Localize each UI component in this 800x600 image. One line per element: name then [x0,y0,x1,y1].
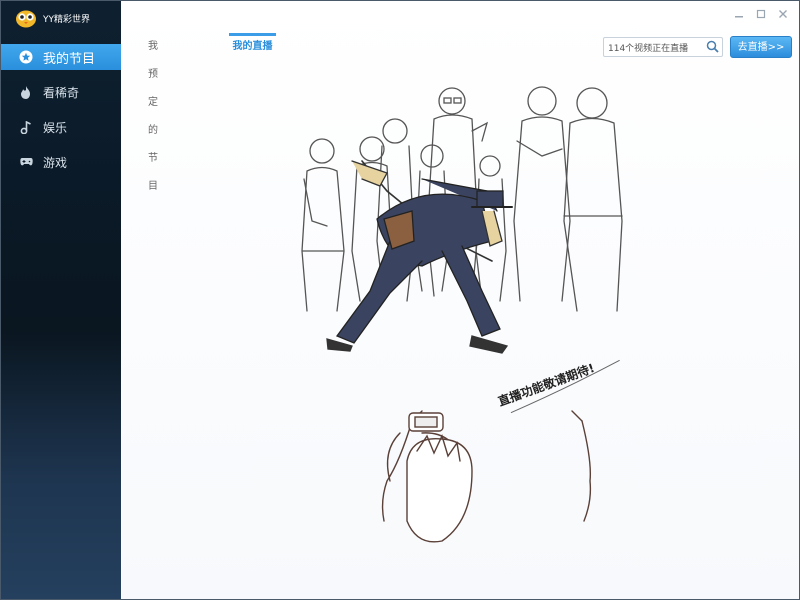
music-note-icon [19,120,33,134]
close-button[interactable] [777,9,789,19]
maximize-icon [756,9,766,19]
sidebar-item-label: 娱乐 [43,120,68,135]
sidebar: YY精彩世界 我的节目 看稀奇 娱乐 游戏 [1,1,121,599]
go-live-button[interactable]: 去直播>> [730,36,792,58]
main-panel: 我预定的节目 我的直播 去直播>> [122,1,799,599]
app-title: YY精彩世界 [43,14,90,25]
sidebar-item-games[interactable]: 游戏 [1,149,121,175]
tab-my-live[interactable]: 我的直播 [229,33,276,60]
minimize-button[interactable] [733,9,745,19]
live-placeholder-illustration: 直播功能敬请期待! [301,86,623,543]
brand: YY精彩世界 [15,7,90,29]
sidebar-item-my-programs[interactable]: 我的节目 [1,44,121,70]
caption-group: 直播功能敬请期待! [496,359,620,414]
app-window: YY精彩世界 我的节目 看稀奇 娱乐 游戏 我预定的节目 我的直播 114个视频… [0,0,800,600]
fan-with-phone-drawing [381,410,592,543]
search-icon[interactable] [706,40,719,53]
search-box [603,37,723,57]
tab-my-reserved-programs[interactable]: 我预定的节目 [148,33,158,192]
sidebar-item-label: 我的节目 [43,51,96,67]
yy-owl-logo-icon [16,10,36,28]
search-input[interactable] [604,38,703,56]
star-icon [19,50,33,64]
caption-text: 直播功能敬请期待! [496,360,596,409]
gamepad-icon [19,155,33,169]
sidebar-item-entertainment[interactable]: 娱乐 [1,114,121,140]
minimize-icon [735,16,743,18]
sidebar-item-label: 看稀奇 [43,85,80,100]
sidebar-item-label: 游戏 [43,155,68,170]
maximize-button[interactable] [755,9,767,19]
flame-icon [19,85,33,99]
sidebar-nav: 我的节目 看稀奇 娱乐 游戏 [1,44,121,184]
window-controls [733,9,789,19]
sidebar-item-curiosities[interactable]: 看稀奇 [1,79,121,105]
close-icon [779,10,787,18]
